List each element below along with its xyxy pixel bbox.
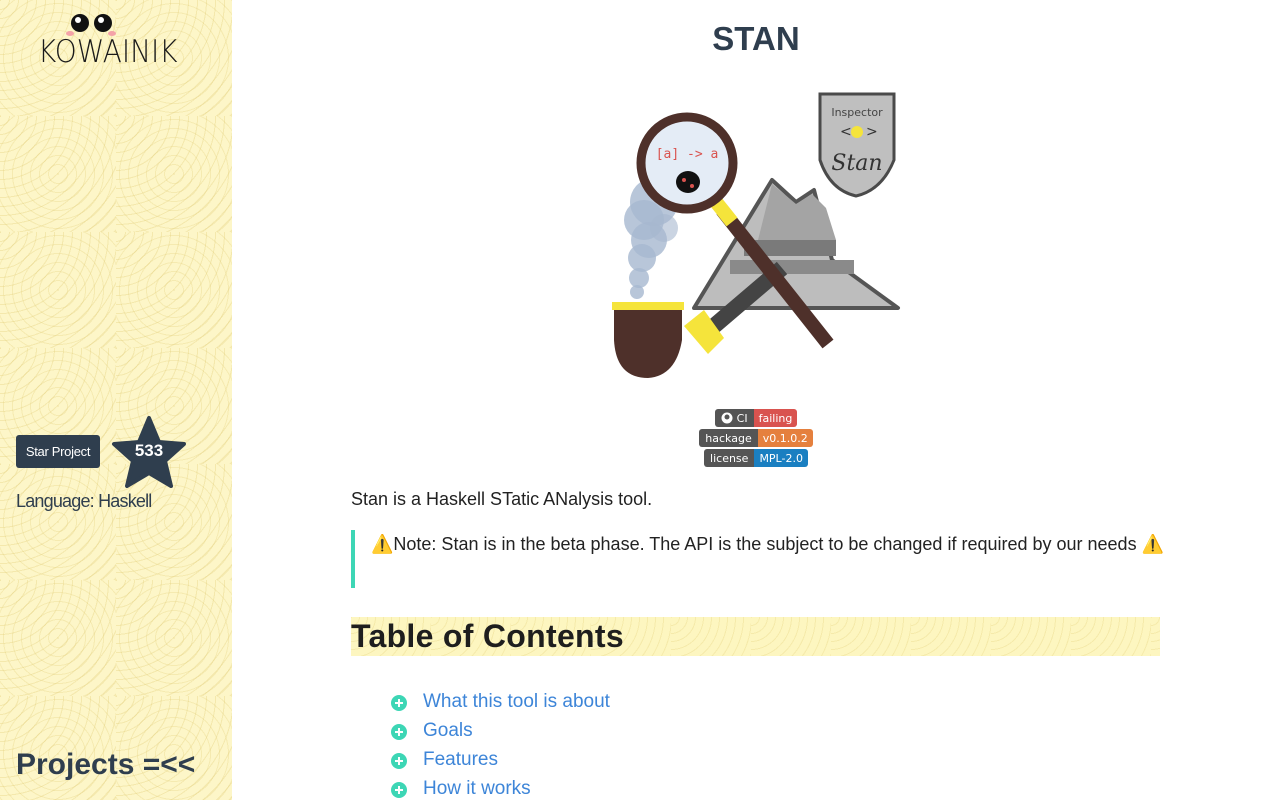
plus-circle-icon xyxy=(391,782,407,798)
kowainik-logo[interactable]: KOWAINIK xyxy=(38,12,184,70)
toc-link-goals[interactable]: Goals xyxy=(423,720,473,742)
beta-note: ⚠️Note: Stan is in the beta phase. The A… xyxy=(351,530,1171,588)
license-badge-label: license xyxy=(704,449,755,467)
badges: CI failing hackage v0.1.0.2 license MPL-… xyxy=(232,409,1280,469)
hackage-badge-value: v0.1.0.2 xyxy=(757,429,813,447)
mountain-icon xyxy=(692,178,900,310)
toc-heading: Table of Contents xyxy=(351,617,1160,656)
ci-badge-label: CI xyxy=(714,409,754,427)
hackage-badge[interactable]: hackage v0.1.0.2 xyxy=(699,429,813,447)
logo-text: KOWAINIK xyxy=(38,34,178,70)
toc-link-what-this-tool-is-about[interactable]: What this tool is about xyxy=(423,691,610,713)
ci-badge[interactable]: CI failing xyxy=(714,409,798,427)
toc-link-how-it-works[interactable]: How it works xyxy=(423,778,531,800)
toc-item: Goals xyxy=(391,716,610,745)
toc-item: How it works xyxy=(391,774,610,800)
page-title: STAN xyxy=(712,20,800,57)
stan-logo-illustration: Inspector < > Stan [a] -> a xyxy=(612,92,900,378)
license-badge[interactable]: license MPL-2.0 xyxy=(704,449,808,467)
plus-circle-icon xyxy=(391,724,407,740)
star-count: 533 xyxy=(134,441,164,460)
svg-text:Stan: Stan xyxy=(831,151,882,176)
toc-item: What this tool is about xyxy=(391,687,610,716)
toc-link-features[interactable]: Features xyxy=(423,749,498,771)
plus-circle-icon xyxy=(391,753,407,769)
main-content: STAN Inspector < > Stan [a] -> a CI fail… xyxy=(232,0,1280,800)
plus-circle-icon xyxy=(391,695,407,711)
svg-text:Inspector: Inspector xyxy=(831,106,883,119)
github-icon xyxy=(721,412,733,424)
inspector-badge-icon: Inspector < > Stan xyxy=(818,92,896,198)
hackage-badge-label: hackage xyxy=(699,429,758,447)
svg-text:<: < xyxy=(840,124,852,140)
star-project-button[interactable]: Star Project xyxy=(16,435,100,468)
star-count-badge: 533 xyxy=(110,414,188,490)
svg-text:>: > xyxy=(866,124,878,140)
left-eye-icon xyxy=(71,14,89,32)
projects-link[interactable]: Projects =<< xyxy=(16,748,195,782)
svg-text:[a] -> a: [a] -> a xyxy=(656,147,719,162)
ci-badge-value: failing xyxy=(753,409,798,427)
sidebar: KOWAINIK Star Project 533 Language: Hask… xyxy=(0,0,232,800)
table-of-contents: What this tool is about Goals Features H… xyxy=(391,687,610,800)
intro-text: Stan is a Haskell STatic ANalysis tool. xyxy=(351,489,653,509)
toc-item: Features xyxy=(391,745,610,774)
language-label: Language: Haskell xyxy=(16,491,152,511)
license-badge-value: MPL-2.0 xyxy=(754,449,808,467)
right-eye-icon xyxy=(94,14,112,32)
